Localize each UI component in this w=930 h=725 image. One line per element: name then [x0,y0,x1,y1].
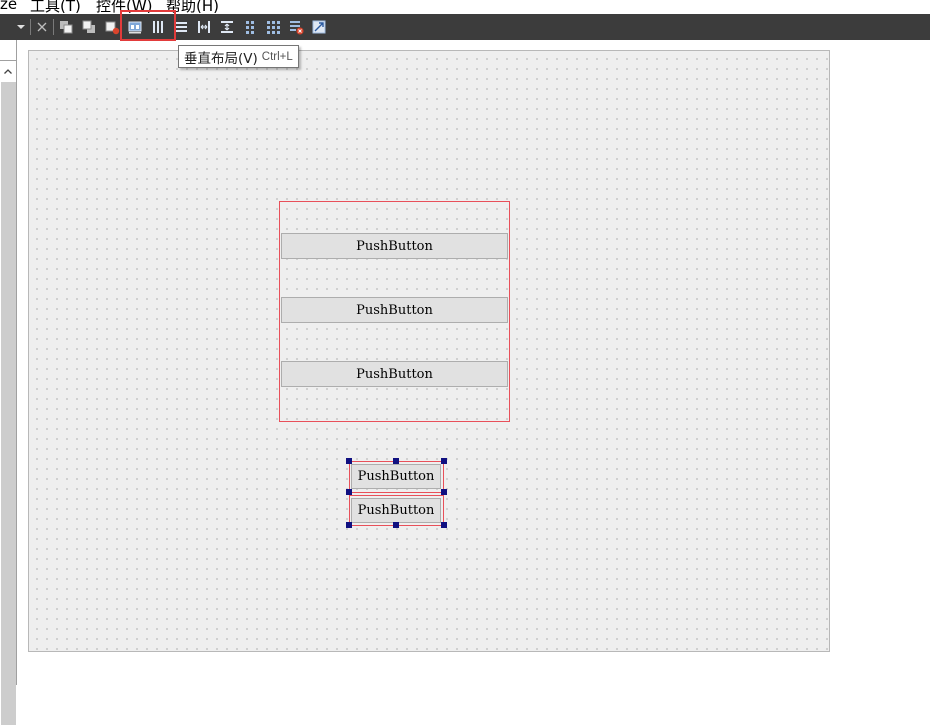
resize-handle[interactable] [441,489,447,495]
menu-bar: ze 工具(T) 控件(W) 帮助(H) [0,0,930,14]
horizontal-layout-icon[interactable] [126,18,144,36]
form-layout-icon[interactable] [172,18,190,36]
vertical-splitter-icon[interactable] [218,18,236,36]
send-to-back-icon[interactable] [80,18,98,36]
panel-divider [0,60,17,61]
menu-help[interactable]: 帮助(H) [166,0,219,14]
push-button[interactable]: PushButton [281,297,508,323]
left-dock-panel [0,40,17,725]
scroll-up-icon[interactable] [0,64,16,80]
toolbar-separator [53,19,54,35]
grid-layout-icon[interactable] [241,18,259,36]
push-button[interactable]: PushButton [281,361,508,387]
resize-handle[interactable] [441,458,447,464]
menu-item-partial[interactable]: ze [0,0,17,13]
push-button[interactable]: PushButton [281,233,508,259]
break-layout-icon[interactable] [287,18,305,36]
selection-outline [349,461,444,493]
form-editor-toolbar [0,14,930,40]
tooltip-title: 垂直布局(V) [184,50,258,67]
tooltip-shortcut: Ctrl+L [261,50,293,63]
resize-handle[interactable] [393,522,399,528]
resize-handle[interactable] [346,458,352,464]
bring-to-front-icon[interactable] [57,18,75,36]
vertical-layout-icon[interactable] [149,18,167,36]
scrollbar-track[interactable] [1,82,16,725]
resize-handle[interactable] [346,489,352,495]
tab-order-icon[interactable] [103,18,121,36]
resize-handle[interactable] [393,458,399,464]
horizontal-splitter-icon[interactable] [195,18,213,36]
menu-tools[interactable]: 工具(T) [30,0,81,14]
menu-widgets[interactable]: 控件(W) [96,0,153,14]
adjust-size-icon[interactable] [310,18,328,36]
close-icon[interactable] [33,18,51,36]
toolbar-tooltip: 垂直布局(V) Ctrl+L [178,45,299,68]
toolbar-separator [30,19,31,35]
dropdown-arrow-icon[interactable] [14,18,28,36]
resize-handle[interactable] [346,522,352,528]
resize-handle[interactable] [441,522,447,528]
grid-icon[interactable] [264,18,282,36]
